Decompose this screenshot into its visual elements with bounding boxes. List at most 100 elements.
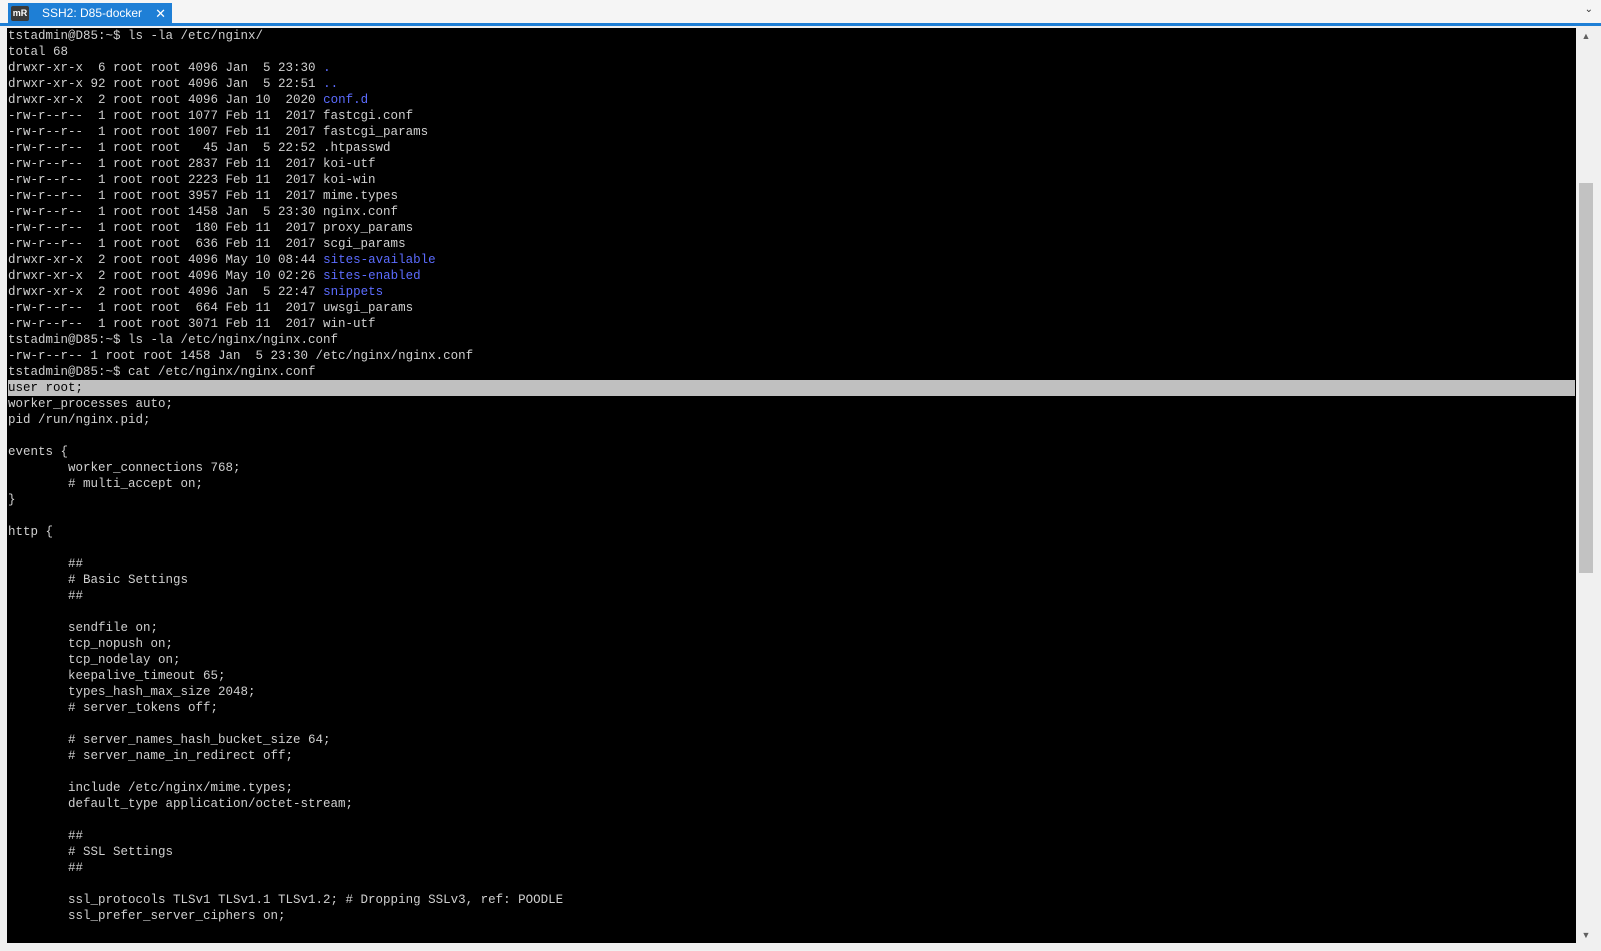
terminal-text: -rw-r--r-- 1 root root 2837 Feb 11 2017 … bbox=[8, 157, 376, 171]
terminal-text: drwxr-xr-x 2 root root 4096 May 10 02:26 bbox=[8, 269, 324, 283]
terminal-text: # multi_accept on; bbox=[8, 477, 204, 491]
terminal-text: tstadmin@D85:~$ cat /etc/nginx/nginx.con… bbox=[8, 365, 316, 379]
terminal-text: tcp_nopush on; bbox=[8, 637, 174, 651]
chevron-down-icon[interactable]: ⌄ bbox=[1585, 4, 1593, 15]
terminal-text: -rw-r--r-- 1 root root 1077 Feb 11 2017 … bbox=[8, 109, 414, 123]
scroll-up-icon[interactable]: ▲ bbox=[1577, 28, 1595, 44]
terminal-line: worker_connections 768; bbox=[8, 460, 1575, 476]
tab-title: SSH2: D85-docker bbox=[42, 6, 143, 20]
terminal-line: ## bbox=[8, 828, 1575, 844]
terminal-text: drwxr-xr-x 6 root root 4096 Jan 5 23:30 bbox=[8, 61, 324, 75]
terminal-text: # server_names_hash_bucket_size 64; bbox=[8, 733, 331, 747]
terminal-text: -rw-r--r-- 1 root root 3071 Feb 11 2017 … bbox=[8, 317, 376, 331]
terminal-line: # Basic Settings bbox=[8, 572, 1575, 588]
terminal-text: drwxr-xr-x 2 root root 4096 Jan 10 2020 bbox=[8, 93, 324, 107]
terminal-line: keepalive_timeout 65; bbox=[8, 668, 1575, 684]
terminal-text: ssl_prefer_server_ciphers on; bbox=[8, 909, 286, 923]
terminal-line: -rw-r--r-- 1 root root 180 Feb 11 2017 p… bbox=[8, 220, 1575, 236]
terminal-line: } bbox=[8, 492, 1575, 508]
terminal-text: -rw-r--r-- 1 root root 3957 Feb 11 2017 … bbox=[8, 189, 399, 203]
terminal-output[interactable]: tstadmin@D85:~$ ls -la /etc/nginx/total … bbox=[7, 28, 1576, 943]
terminal-text: -rw-r--r-- 1 root root 2223 Feb 11 2017 … bbox=[8, 173, 376, 187]
terminal-text: # Basic Settings bbox=[8, 573, 189, 587]
terminal-line: # server_names_hash_bucket_size 64; bbox=[8, 732, 1575, 748]
terminal-text: ssl_protocols TLSv1 TLSv1.1 TLSv1.2; # D… bbox=[8, 893, 564, 907]
terminal-text: -rw-r--r-- 1 root root 180 Feb 11 2017 p… bbox=[8, 221, 414, 235]
terminal-text: ## bbox=[8, 589, 84, 603]
terminal-line: http { bbox=[8, 524, 1575, 540]
terminal-line-selected: user root; bbox=[8, 380, 1575, 396]
terminal-line: -rw-r--r-- 1 root root 45 Jan 5 22:52 .h… bbox=[8, 140, 1575, 156]
terminal-text: drwxr-xr-x 2 root root 4096 Jan 5 22:47 bbox=[8, 285, 324, 299]
terminal-line: # multi_accept on; bbox=[8, 476, 1575, 492]
terminal-text: events { bbox=[8, 445, 69, 459]
scroll-down-icon[interactable]: ▼ bbox=[1577, 927, 1595, 943]
terminal-text: tstadmin@D85:~$ ls -la /etc/nginx/nginx.… bbox=[8, 333, 339, 347]
terminal-line: -rw-r--r-- 1 root root 636 Feb 11 2017 s… bbox=[8, 236, 1575, 252]
directory-name: sites-enabled bbox=[323, 269, 421, 283]
terminal-line: -rw-r--r-- 1 root root 3957 Feb 11 2017 … bbox=[8, 188, 1575, 204]
terminal-line: ssl_prefer_server_ciphers on; bbox=[8, 908, 1575, 924]
terminal-text: worker_processes auto; bbox=[8, 397, 174, 411]
terminal-text: total 68 bbox=[8, 45, 69, 59]
terminal-text: worker_connections 768; bbox=[8, 461, 241, 475]
session-icon: mR bbox=[11, 6, 29, 21]
terminal-line: # SSL Settings bbox=[8, 844, 1575, 860]
terminal-line: drwxr-xr-x 2 root root 4096 Jan 5 22:47 … bbox=[8, 284, 1575, 300]
terminal-text: -rw-r--r-- 1 root root 664 Feb 11 2017 u… bbox=[8, 301, 414, 315]
terminal-text: -rw-r--r-- 1 root root 636 Feb 11 2017 s… bbox=[8, 237, 406, 251]
terminal-line: sendfile on; bbox=[8, 620, 1575, 636]
terminal-line: ## bbox=[8, 556, 1575, 572]
terminal-text: user root; bbox=[8, 381, 84, 395]
terminal-line: worker_processes auto; bbox=[8, 396, 1575, 412]
terminal-line: tstadmin@D85:~$ ls -la /etc/nginx/nginx.… bbox=[8, 332, 1575, 348]
terminal-line: -rw-r--r-- 1 root root 2223 Feb 11 2017 … bbox=[8, 172, 1575, 188]
terminal-line: drwxr-xr-x 2 root root 4096 May 10 08:44… bbox=[8, 252, 1575, 268]
terminal-text: default_type application/octet-stream; bbox=[8, 797, 354, 811]
terminal-text: tcp_nodelay on; bbox=[8, 653, 181, 667]
scrollbar-thumb[interactable] bbox=[1579, 183, 1593, 573]
terminal-text: include /etc/nginx/mime.types; bbox=[8, 781, 294, 795]
terminal-line: drwxr-xr-x 2 root root 4096 May 10 02:26… bbox=[8, 268, 1575, 284]
terminal-line: ssl_protocols TLSv1 TLSv1.1 TLSv1.2; # D… bbox=[8, 892, 1575, 908]
terminal-line: events { bbox=[8, 444, 1575, 460]
directory-name: . bbox=[323, 61, 331, 75]
terminal-lines: tstadmin@D85:~$ ls -la /etc/nginx/total … bbox=[8, 28, 1575, 924]
terminal-text: drwxr-xr-x 2 root root 4096 May 10 08:44 bbox=[8, 253, 324, 267]
tab-ssh-session[interactable]: mR SSH2: D85-docker ✕ bbox=[8, 3, 172, 24]
terminal-text: types_hash_max_size 2048; bbox=[8, 685, 256, 699]
terminal-line: -rw-r--r-- 1 root root 664 Feb 11 2017 u… bbox=[8, 300, 1575, 316]
terminal-text: ## bbox=[8, 861, 84, 875]
terminal-line: drwxr-xr-x 92 root root 4096 Jan 5 22:51… bbox=[8, 76, 1575, 92]
terminal-line: -rw-r--r-- 1 root root 1007 Feb 11 2017 … bbox=[8, 124, 1575, 140]
terminal-line: -rw-r--r-- 1 root root 1458 Jan 5 23:30 … bbox=[8, 348, 1575, 364]
terminal-line: pid /run/nginx.pid; bbox=[8, 412, 1575, 428]
terminal-line: # server_name_in_redirect off; bbox=[8, 748, 1575, 764]
terminal-text: ## bbox=[8, 829, 84, 843]
terminal-line: drwxr-xr-x 6 root root 4096 Jan 5 23:30 … bbox=[8, 60, 1575, 76]
terminal-text: # server_tokens off; bbox=[8, 701, 219, 715]
terminal-text: http { bbox=[8, 525, 54, 539]
terminal-line: tcp_nodelay on; bbox=[8, 652, 1575, 668]
terminal-text: # server_name_in_redirect off; bbox=[8, 749, 294, 763]
close-icon[interactable]: ✕ bbox=[155, 3, 166, 24]
terminal-line: -rw-r--r-- 1 root root 1458 Jan 5 23:30 … bbox=[8, 204, 1575, 220]
terminal-line: # server_tokens off; bbox=[8, 700, 1575, 716]
terminal-line: default_type application/octet-stream; bbox=[8, 796, 1575, 812]
directory-name: .. bbox=[323, 77, 339, 91]
directory-name: conf.d bbox=[323, 93, 369, 107]
app-window: mR SSH2: D85-docker ✕ ⌄ tstadmin@D85:~$ … bbox=[0, 0, 1601, 951]
terminal-line: tcp_nopush on; bbox=[8, 636, 1575, 652]
tab-bar: mR SSH2: D85-docker ✕ ⌄ bbox=[0, 0, 1601, 24]
terminal-text: -rw-r--r-- 1 root root 1007 Feb 11 2017 … bbox=[8, 125, 429, 139]
vertical-scrollbar[interactable]: ▲ ▼ bbox=[1577, 28, 1595, 943]
terminal-line: -rw-r--r-- 1 root root 1077 Feb 11 2017 … bbox=[8, 108, 1575, 124]
